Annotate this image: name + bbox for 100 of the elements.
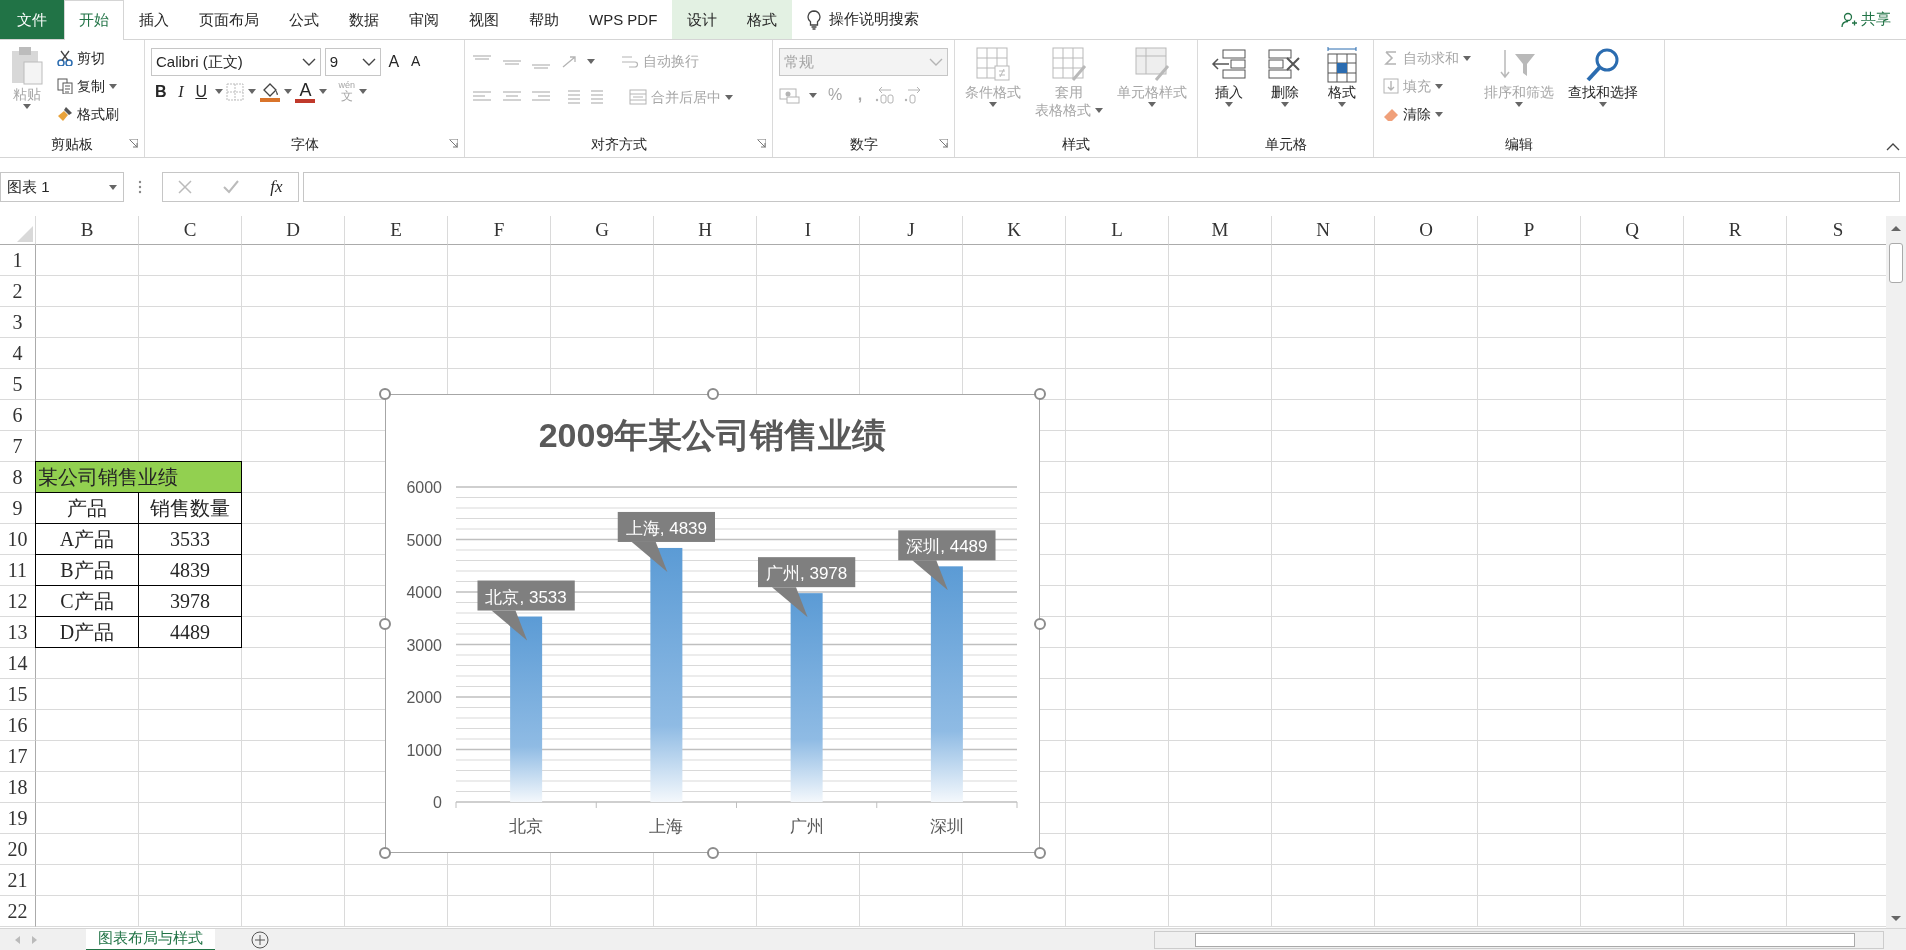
column-header[interactable]: O [1375, 216, 1478, 245]
column-header[interactable]: B [36, 216, 139, 245]
column-header[interactable]: P [1478, 216, 1581, 245]
font-name-select[interactable]: Calibri (正文) [151, 47, 321, 76]
column-header[interactable]: I [757, 216, 860, 245]
row-header[interactable]: 7 [0, 431, 36, 462]
ribbon-button[interactable]: 删除 [1261, 44, 1310, 131]
column-header[interactable]: K [963, 216, 1066, 245]
row-header[interactable]: 16 [0, 710, 36, 741]
horizontal-scrollbar[interactable] [1153, 930, 1884, 949]
column-header[interactable]: N [1272, 216, 1375, 245]
table-brush-icon [1049, 46, 1089, 84]
increase-decimal-icon[interactable] [873, 86, 896, 105]
column-header[interactable]: G [551, 216, 654, 245]
dialog-launcher-icon[interactable] [757, 139, 766, 148]
cancel-icon[interactable] [178, 180, 193, 194]
column-header[interactable]: M [1169, 216, 1272, 245]
ribbon-button[interactable]: 查找和选择 [1564, 44, 1642, 131]
dialog-launcher-icon[interactable] [939, 139, 948, 148]
row-header[interactable]: 5 [0, 369, 36, 400]
row-header[interactable]: 2 [0, 276, 36, 307]
font-color-button[interactable]: A [295, 80, 316, 103]
resize-handle[interactable] [379, 847, 391, 859]
bar[interactable] [790, 593, 823, 802]
bold-button[interactable]: B [151, 79, 171, 104]
scroll-thumb[interactable] [1194, 932, 1855, 947]
italic-button[interactable]: I [174, 79, 188, 104]
insert-function-button[interactable]: fx [270, 174, 283, 200]
shrink-font-button[interactable]: A [406, 51, 425, 73]
row-header[interactable]: 21 [0, 865, 36, 896]
column-header[interactable]: R [1684, 216, 1787, 245]
column-header[interactable]: L [1066, 216, 1169, 245]
x-axis-label: 上海 [649, 817, 684, 836]
fill-color-icon[interactable] [259, 81, 280, 102]
row-header[interactable]: 22 [0, 896, 36, 927]
menu-tab[interactable]: 插入 [124, 0, 184, 39]
ribbon-button[interactable]: 格式 [1317, 44, 1366, 131]
ribbon-button[interactable]: 剪切 [54, 44, 122, 72]
ribbon-button[interactable]: 复制 [54, 72, 122, 100]
row-header[interactable]: 19 [0, 803, 36, 834]
menu-tab[interactable]: 格式 [732, 0, 793, 39]
resize-handle[interactable] [379, 617, 391, 630]
ribbon-button[interactable]: 插入 [1205, 44, 1254, 131]
menu-tab[interactable]: 文件 [0, 0, 64, 39]
menu-tab[interactable]: 页面布局 [184, 0, 274, 39]
resize-handle[interactable] [1034, 847, 1046, 859]
vertical-scrollbar[interactable] [1886, 216, 1906, 928]
row-header[interactable]: 18 [0, 772, 36, 803]
column-header[interactable]: F [448, 216, 551, 245]
menu-tab[interactable]: 开始 [64, 0, 124, 40]
scroll-thumb[interactable] [1889, 242, 1903, 283]
column-header[interactable]: C [139, 216, 242, 245]
ribbon-button[interactable]: 格式刷 [54, 100, 122, 128]
caret-icon [1337, 101, 1346, 107]
resize-handle[interactable] [379, 388, 391, 400]
underline-button[interactable]: U [191, 79, 211, 104]
grow-font-button[interactable]: A [384, 49, 404, 74]
share-button[interactable]: 共享 [1861, 8, 1891, 31]
row-header[interactable]: 4 [0, 338, 36, 369]
enter-icon[interactable] [223, 180, 240, 194]
menu-tab[interactable]: 帮助 [514, 0, 574, 39]
tell-me-search[interactable]: 操作说明搜索 [828, 8, 919, 31]
font-size-select[interactable]: 9 [324, 47, 381, 76]
resize-handle[interactable] [1034, 388, 1046, 400]
column-header[interactable]: E [345, 216, 448, 245]
collapse-ribbon-icon[interactable] [1886, 143, 1900, 151]
menu-tab[interactable]: 公式 [274, 0, 334, 39]
add-sheet-icon[interactable] [251, 930, 269, 949]
bar[interactable] [930, 566, 963, 802]
row-header[interactable]: 3 [0, 307, 36, 338]
menu-tab[interactable]: 设计 [672, 0, 733, 39]
name-box[interactable]: 图表 1 [0, 172, 124, 202]
menu-tab[interactable]: 审阅 [394, 0, 454, 39]
menu-tab[interactable]: 视图 [454, 0, 514, 39]
x-axis-label: 北京 [509, 817, 544, 836]
caret-icon [1435, 111, 1443, 117]
row-header[interactable]: 14 [0, 648, 36, 679]
column-header[interactable]: Q [1581, 216, 1684, 245]
chart-area[interactable]: 2009年某公司销售业绩 0 1000 2000 3000 4000 5000 6000 北京 上海 广州 深圳 北京, 3533 上海, 4839 广州, 3978 深圳, 4489 [385, 394, 1040, 853]
menu-tab[interactable]: WPS PDF [574, 0, 673, 39]
menu-tab[interactable]: 数据 [334, 0, 394, 39]
row-header[interactable]: 15 [0, 679, 36, 710]
currency-icon[interactable] [779, 86, 801, 105]
row-header[interactable]: 17 [0, 741, 36, 772]
dialog-launcher-icon[interactable] [449, 139, 458, 148]
sheet-tab[interactable]: 图表布局与样式 [86, 928, 215, 950]
caret-icon [248, 89, 257, 94]
row-header[interactable]: 6 [0, 400, 36, 431]
bar[interactable] [510, 616, 543, 802]
row-header[interactable]: 1 [0, 245, 36, 276]
caret-icon [214, 89, 223, 94]
dialog-launcher-icon[interactable] [129, 139, 138, 148]
column-header[interactable]: H [654, 216, 757, 245]
row-header[interactable]: 20 [0, 834, 36, 865]
resize-handle[interactable] [706, 388, 719, 400]
column-header[interactable]: D [242, 216, 345, 245]
formula-input[interactable] [303, 172, 1900, 202]
column-header[interactable]: J [860, 216, 963, 245]
bar[interactable] [650, 547, 683, 802]
ribbon-button[interactable]: 清除 [1380, 100, 1474, 128]
